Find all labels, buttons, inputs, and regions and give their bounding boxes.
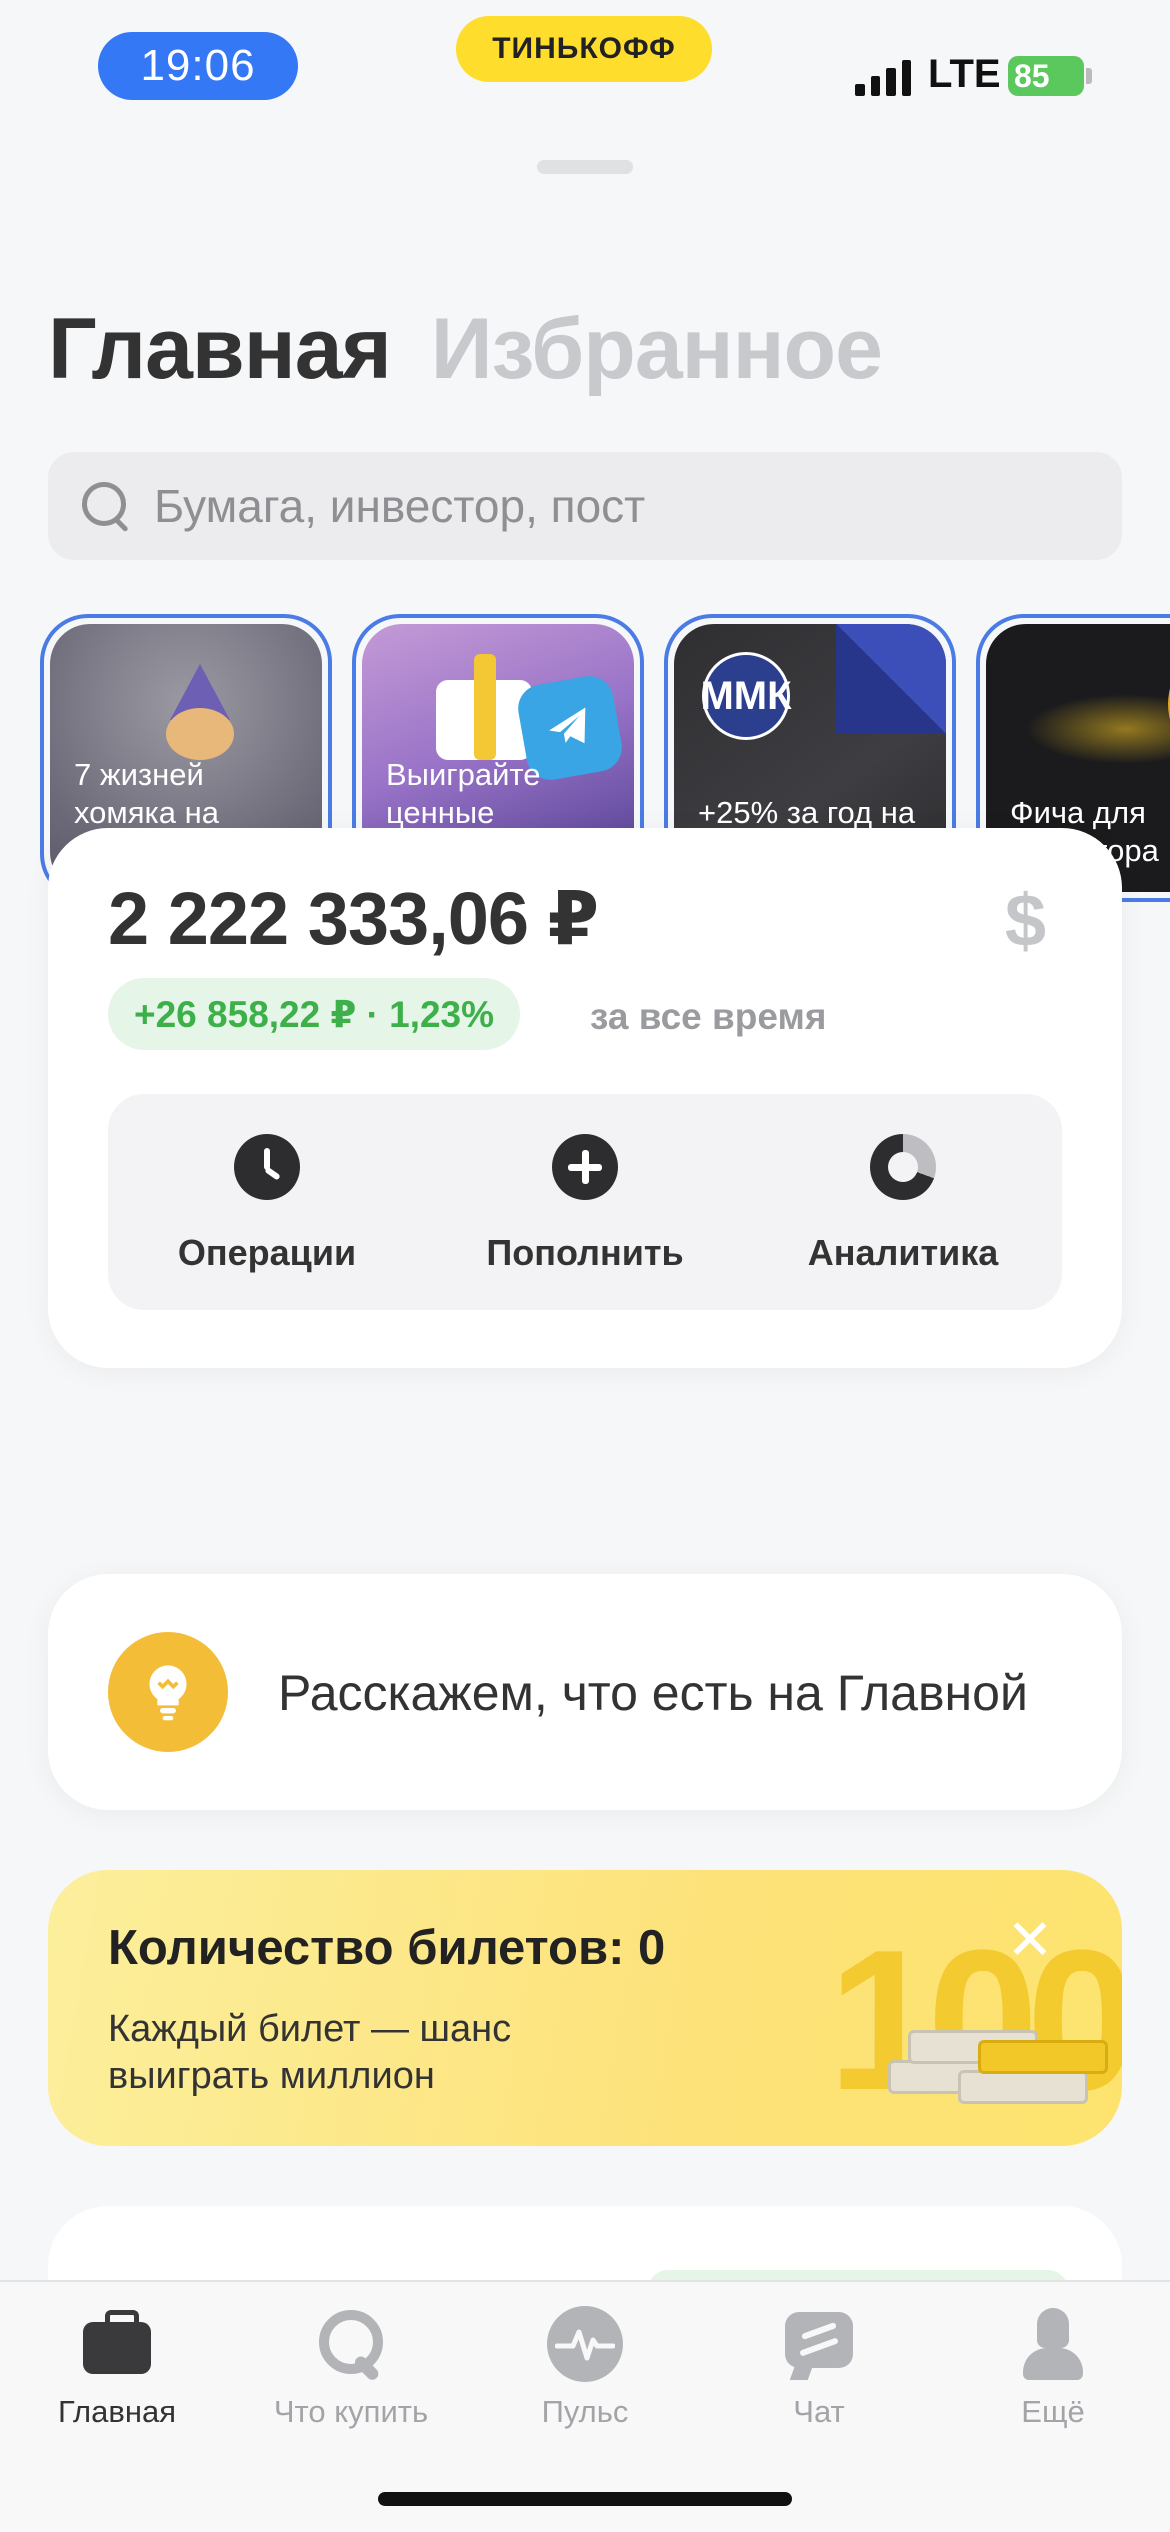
tab-label: Чат [793,2394,845,2429]
tickets-subtitle: Каждый билет — шанс выиграть миллион [108,2008,512,2097]
action-label: Пополнить [486,1232,684,1273]
tab-main[interactable]: Главная [48,300,392,399]
profile-icon [1015,2306,1091,2382]
signal-icon [855,56,911,96]
tab-what-to-buy[interactable]: Что купить [234,2306,468,2430]
hamster-wizard-icon [138,664,258,764]
operations-button[interactable]: Операции [108,1094,426,1310]
close-icon[interactable]: ✕ [1000,1908,1060,1971]
network-type: LTE [928,52,1001,96]
company-logo: ММК [700,652,792,740]
tab-home[interactable]: Главная [0,2306,234,2430]
home-indicator[interactable] [378,2492,792,2506]
action-label: Аналитика [807,1232,999,1273]
plus-icon [552,1134,618,1200]
money-stack-icon [868,1990,1108,2110]
pie-chart-icon [870,1134,936,1200]
page-fold-icon [836,624,946,734]
lottery-tickets-card[interactable]: 100 Количество билетов: 0 Каждый билет —… [48,1870,1122,2146]
lightbulb-icon [108,1632,228,1752]
portfolio-card[interactable]: 2 222 333,06 ₽ $ +26 858,22 ₽ · 1,23% за… [48,828,1122,1368]
tab-label: Ещё [1021,2394,1085,2429]
status-bar: 19:06 ТИНЬКОФФ LTE 85 [0,0,1170,140]
chat-icon [781,2306,857,2382]
tab-favorites[interactable]: Избранное [431,300,883,399]
tab-more[interactable]: Ещё [936,2306,1170,2430]
tab-label: Что купить [273,2394,429,2429]
sheet-grabber[interactable] [537,160,633,174]
tickets-count: Количество билетов: 0 [108,1921,666,1975]
portfolio-balance: 2 222 333,06 ₽ [108,877,599,960]
profit-period: за все время [590,996,827,1037]
profit-badge: +26 858,22 ₽ · 1,23% [108,978,521,1050]
search-icon [80,480,132,532]
action-label: Операции [177,1232,357,1273]
pulse-icon [547,2306,623,2382]
glow-decoration [1026,694,1170,764]
battery-icon: 85 [1008,56,1084,96]
brand-badge: ТИНЬКОФФ [456,16,712,82]
briefcase-icon [79,2306,155,2382]
magnifier-icon [313,2306,389,2382]
battery-tip [1086,68,1092,84]
deposit-button[interactable]: Пополнить [426,1094,744,1310]
portfolio-actions: Операции Пополнить Аналитика [108,1094,1062,1310]
tab-label: Пульс [541,2394,629,2429]
search-placeholder: Бумага, инвестор, пост [154,480,646,532]
currency-switch-icon[interactable]: $ [1005,878,1046,963]
tab-chat[interactable]: Чат [702,2306,936,2430]
tab-pulse[interactable]: Пульс [468,2306,702,2430]
status-time: 19:06 [98,32,298,100]
clock-icon [234,1134,300,1200]
bottom-tab-bar: Главная Что купить Пульс Чат Ещё [0,2280,1170,2532]
tab-label: Главная [58,2394,176,2429]
header-tabs: Главная Избранное [48,300,883,399]
analytics-button[interactable]: Аналитика [744,1094,1062,1310]
onboarding-hint-card[interactable]: Расскажем, что есть на Главной [48,1574,1122,1810]
hint-text: Расскажем, что есть на Главной [278,1665,1028,1721]
search-input[interactable]: Бумага, инвестор, пост [48,452,1122,560]
battery-level: 85 [1014,57,1050,94]
